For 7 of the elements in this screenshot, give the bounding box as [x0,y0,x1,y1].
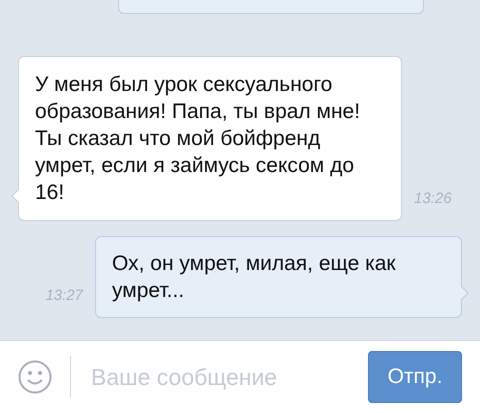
bubble-tail [11,189,19,203]
smiley-icon[interactable] [18,360,52,394]
message-bubble: Ох, он умрет, милая, еще как умрет... [95,236,462,318]
message-input-field[interactable]: Ваше сообщение [89,362,350,392]
send-button[interactable]: Отпр. [368,351,462,403]
bubble-tail [461,286,469,300]
message-bubble: У меня был урок сексуального образования! Папа, ты врал мне! Ты сказал что мой бойфренд умрет, если я займусь сексом до 16! [18,56,402,221]
